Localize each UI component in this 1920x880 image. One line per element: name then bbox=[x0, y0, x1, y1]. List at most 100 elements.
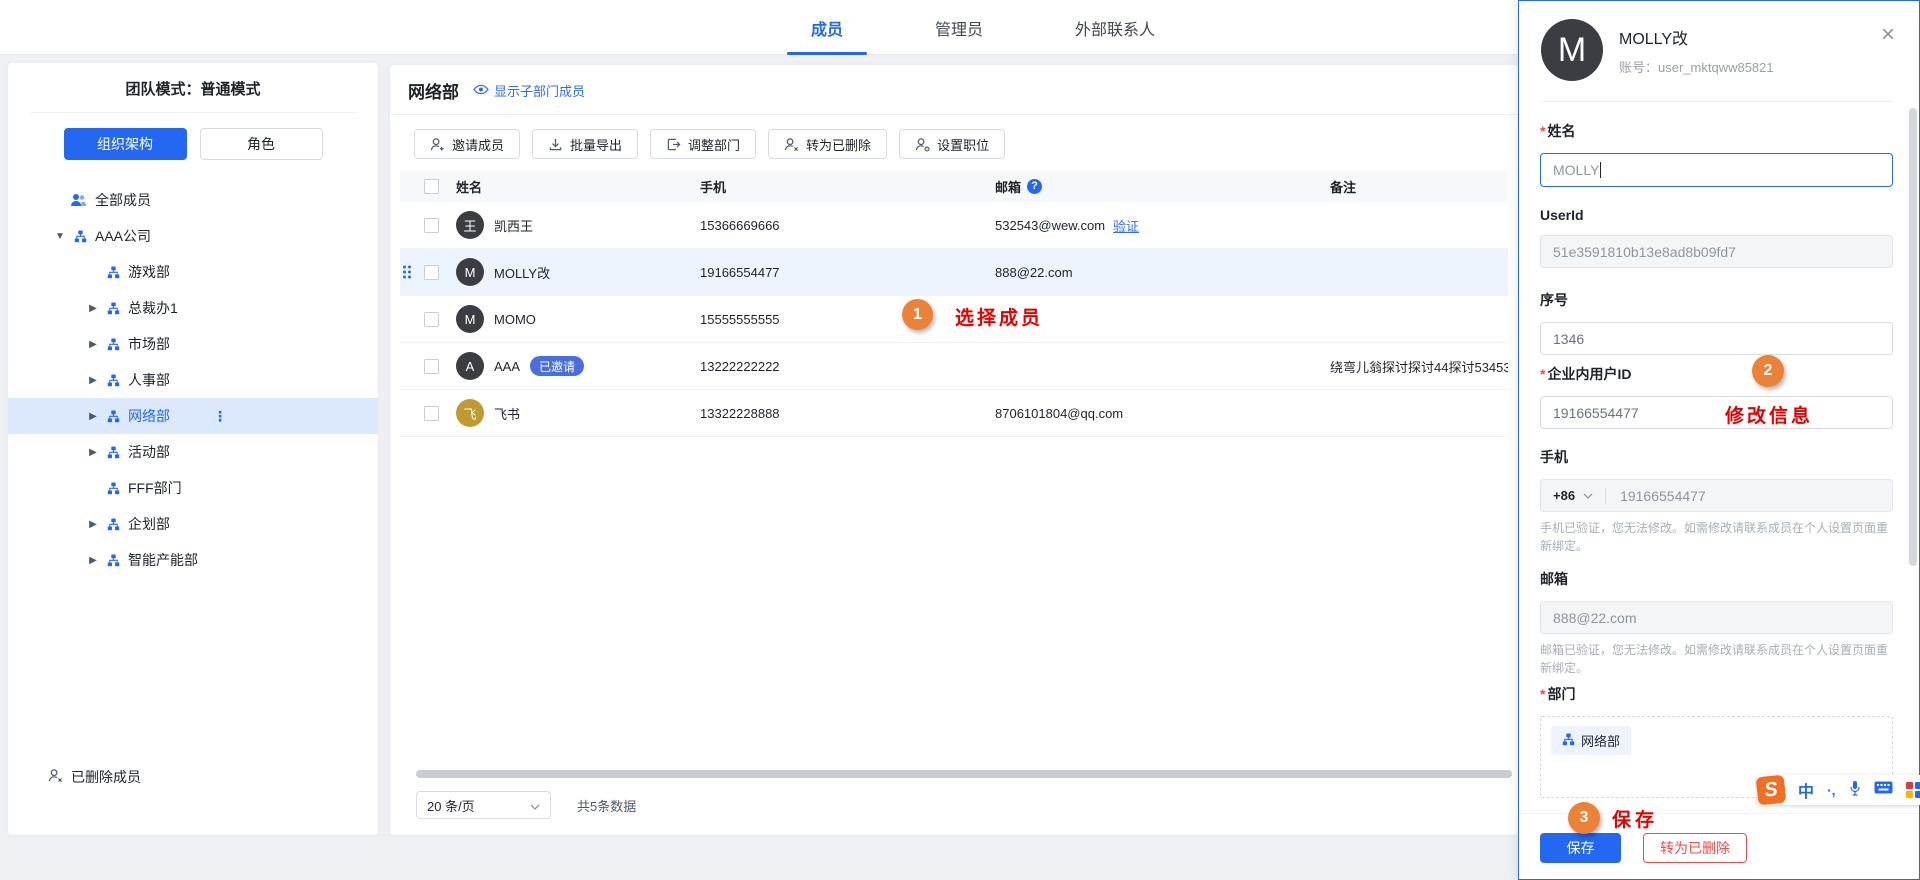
tree-item-0[interactable]: 全部成员 bbox=[8, 182, 378, 218]
tab-admins[interactable]: 管理员 bbox=[901, 0, 1017, 55]
toolbar-button-1[interactable]: 批量导出 bbox=[532, 129, 638, 159]
member-row-3[interactable]: AAAA已邀请13222222222绕弯儿翁探讨探讨44探讨5345345435… bbox=[400, 343, 1508, 390]
row-checkbox[interactable] bbox=[424, 265, 439, 280]
required-asterisk: * bbox=[1540, 123, 1545, 139]
org-icon bbox=[107, 446, 120, 459]
corp-uid-field-label: 企业内用户ID bbox=[1547, 366, 1631, 382]
row-checkbox[interactable] bbox=[424, 359, 439, 374]
microphone-icon[interactable] bbox=[1849, 780, 1861, 801]
row-checkbox[interactable] bbox=[424, 218, 439, 233]
more-actions-icon[interactable]: ⋮ bbox=[213, 408, 227, 425]
person-remove-icon bbox=[48, 768, 63, 786]
column-header-label: 邮箱 bbox=[995, 177, 1021, 196]
tree-item-label: 总裁办1 bbox=[128, 298, 178, 318]
team-mode-title: 团队模式：普通模式 bbox=[8, 63, 378, 112]
member-remark: 绕弯儿翁探讨探讨44探讨534534543543 bbox=[1330, 357, 1508, 376]
tree-item-9[interactable]: ▶企划部 bbox=[8, 506, 378, 542]
chevron-collapsed-icon[interactable]: ▶ bbox=[87, 519, 99, 530]
toolbar-button-4[interactable]: 设置职位 bbox=[899, 129, 1005, 159]
country-code-select[interactable]: +86 bbox=[1553, 488, 1593, 503]
tree-item-4[interactable]: ▶市场部 bbox=[8, 326, 378, 362]
download-icon bbox=[548, 137, 563, 152]
userid-value: 51e3591810b13e8ad8b09fd7 bbox=[1553, 244, 1736, 260]
toolbar-button-label: 批量导出 bbox=[570, 135, 622, 154]
ime-apps-grid-icon[interactable] bbox=[1906, 782, 1920, 798]
page-size-value: 20 条/页 bbox=[427, 796, 475, 815]
tree-item-3[interactable]: ▶ 总裁办1 bbox=[8, 290, 378, 326]
vertical-scrollbar[interactable] bbox=[1909, 108, 1917, 566]
member-row-2[interactable]: MMOMO15555555555 bbox=[400, 296, 1508, 343]
required-asterisk: * bbox=[1540, 366, 1545, 382]
toolbar-button-2[interactable]: 调整部门 bbox=[650, 129, 756, 159]
tree-item-10[interactable]: ▶智能产能部 bbox=[8, 542, 378, 578]
screen: 成员 管理员 外部联系人 团队模式：普通模式 组织架构 角色 全部成员▼AAA公… bbox=[0, 0, 1920, 880]
tree-item-8[interactable]: FFF部门 bbox=[8, 470, 378, 506]
toolbar-button-0[interactable]: 邀请成员 bbox=[414, 129, 520, 159]
deleted-members-entry[interactable]: 已删除成员 bbox=[48, 767, 141, 787]
department-tag[interactable]: 网络部 bbox=[1551, 726, 1631, 755]
chevron-expanded-icon[interactable]: ▼ bbox=[54, 231, 66, 242]
toolbar-button-label: 转为已删除 bbox=[806, 135, 871, 154]
department-tag-label: 网络部 bbox=[1581, 731, 1620, 750]
column-header-3: 备注 bbox=[1330, 177, 1508, 196]
member-name: AAA bbox=[494, 359, 520, 374]
drag-handle-icon[interactable] bbox=[403, 266, 411, 279]
annotation-step3-label: 保存 bbox=[1612, 805, 1658, 832]
chevron-collapsed-icon[interactable]: ▶ bbox=[87, 411, 99, 422]
annotation-step1-label: 选择成员 bbox=[955, 303, 1043, 330]
tree-item-1[interactable]: ▼AAA公司 bbox=[8, 218, 378, 254]
tab-members[interactable]: 成员 bbox=[777, 0, 877, 55]
roles-button[interactable]: 角色 bbox=[200, 128, 323, 160]
name-input[interactable]: MOLLY bbox=[1540, 153, 1893, 187]
corp-uid-input[interactable]: 19166554477 bbox=[1540, 396, 1893, 429]
member-row-0[interactable]: 王凯西王15366669666532543@wew.com验证 bbox=[400, 202, 1508, 249]
toolbar-button-label: 设置职位 bbox=[937, 135, 989, 154]
org-icon bbox=[107, 338, 120, 351]
member-row-1[interactable]: MMOLLY改19166554477888@22.com bbox=[400, 249, 1508, 296]
close-icon[interactable]: × bbox=[1881, 23, 1895, 47]
invited-badge: 已邀请 bbox=[530, 356, 584, 376]
help-icon[interactable]: ? bbox=[1027, 179, 1042, 194]
drawer-member-account: 账号：user_mktqww85821 bbox=[1619, 57, 1774, 76]
tree-item-5[interactable]: ▶ 人事部 bbox=[8, 362, 378, 398]
member-avatar: 飞 bbox=[456, 399, 484, 427]
row-checkbox[interactable] bbox=[424, 312, 439, 327]
member-name: MOLLY改 bbox=[494, 263, 550, 282]
org-icon bbox=[107, 482, 120, 495]
select-all-checkbox[interactable] bbox=[424, 179, 439, 194]
ime-punctuation-toggle[interactable]: ·, bbox=[1827, 782, 1836, 798]
toolbar-button-3[interactable]: 转为已删除 bbox=[768, 129, 887, 159]
show-sub-departments-toggle[interactable]: 显示子部门成员 bbox=[473, 81, 585, 100]
org-structure-button[interactable]: 组织架构 bbox=[64, 128, 187, 160]
chevron-collapsed-icon[interactable]: ▶ bbox=[87, 555, 99, 566]
chevron-collapsed-icon[interactable]: ▶ bbox=[87, 303, 99, 314]
org-sidebar: 团队模式：普通模式 组织架构 角色 全部成员▼AAA公司游戏部 ▶ 总裁办1 ▶市场部… bbox=[8, 63, 378, 835]
member-name: MOMO bbox=[494, 312, 536, 327]
tree-item-6[interactable]: ▶网络部⋮ bbox=[8, 398, 378, 434]
save-button[interactable]: 保存 bbox=[1540, 833, 1621, 863]
page-size-select[interactable]: 20 条/页 bbox=[416, 791, 551, 819]
seq-input[interactable]: 1346 bbox=[1540, 322, 1893, 355]
verify-link[interactable]: 验证 bbox=[1113, 216, 1139, 235]
member-avatar: M bbox=[456, 258, 484, 286]
keyboard-icon[interactable] bbox=[1874, 781, 1893, 799]
row-checkbox[interactable] bbox=[424, 406, 439, 421]
ime-language-toggle[interactable]: 中 bbox=[1798, 778, 1814, 802]
chevron-collapsed-icon[interactable]: ▶ bbox=[87, 339, 99, 350]
phone-field-label: 手机 bbox=[1540, 447, 1893, 467]
tree-item-label: 人事部 bbox=[128, 370, 170, 390]
chevron-collapsed-icon[interactable]: ▶ bbox=[87, 375, 99, 386]
column-header-2: 邮箱? bbox=[995, 177, 1330, 196]
horizontal-scrollbar[interactable] bbox=[416, 770, 1512, 778]
member-row-4[interactable]: 飞飞书133222288888706101804@qq.com bbox=[400, 390, 1508, 437]
tree-item-2[interactable]: 游戏部 bbox=[8, 254, 378, 290]
person-gear-icon bbox=[915, 137, 930, 152]
move-to-deleted-button[interactable]: 转为已删除 bbox=[1643, 833, 1747, 863]
annotation-step1-number: 1 bbox=[913, 306, 922, 324]
tab-external-contacts[interactable]: 外部联系人 bbox=[1041, 0, 1189, 55]
tree-item-7[interactable]: ▶活动部 bbox=[8, 434, 378, 470]
sogou-logo-icon[interactable]: S bbox=[1756, 775, 1787, 806]
ime-toolbar: S 中 ·, bbox=[1757, 775, 1920, 805]
chevron-collapsed-icon[interactable]: ▶ bbox=[87, 447, 99, 458]
dept-field-label: 部门 bbox=[1547, 686, 1575, 702]
